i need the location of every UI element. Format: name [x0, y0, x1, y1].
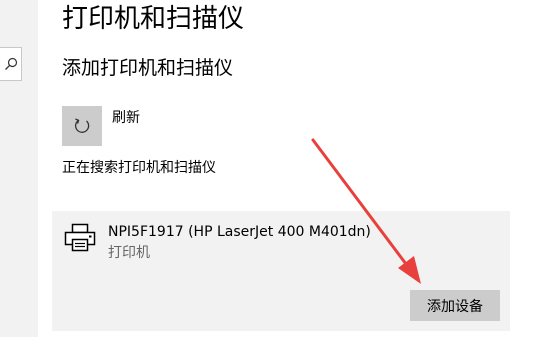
device-name: NPI5F1917 (HP LaserJet 400 M401dn)	[108, 224, 371, 240]
printer-icon	[64, 223, 96, 252]
add-device-button[interactable]: 添加设备	[410, 290, 500, 321]
device-type: 打印机	[108, 245, 150, 261]
search-icon	[5, 57, 18, 70]
page-title: 打印机和扫描仪	[62, 4, 245, 34]
refresh-icon	[74, 118, 90, 133]
settings-window: 打印机和扫描仪 添加打印机和扫描仪 刷新 正在搜索打印机和扫描仪 NPI5F19…	[0, 0, 542, 337]
refresh-button[interactable]	[62, 106, 102, 146]
sidebar	[0, 0, 38, 337]
refresh-label[interactable]: 刷新	[112, 108, 140, 128]
search-status-text: 正在搜索打印机和扫描仪	[62, 160, 216, 176]
search-input[interactable]	[0, 47, 22, 81]
device-list-item[interactable]: NPI5F1917 (HP LaserJet 400 M401dn) 打印机 添…	[52, 211, 510, 331]
section-title: 添加打印机和扫描仪	[62, 57, 234, 79]
